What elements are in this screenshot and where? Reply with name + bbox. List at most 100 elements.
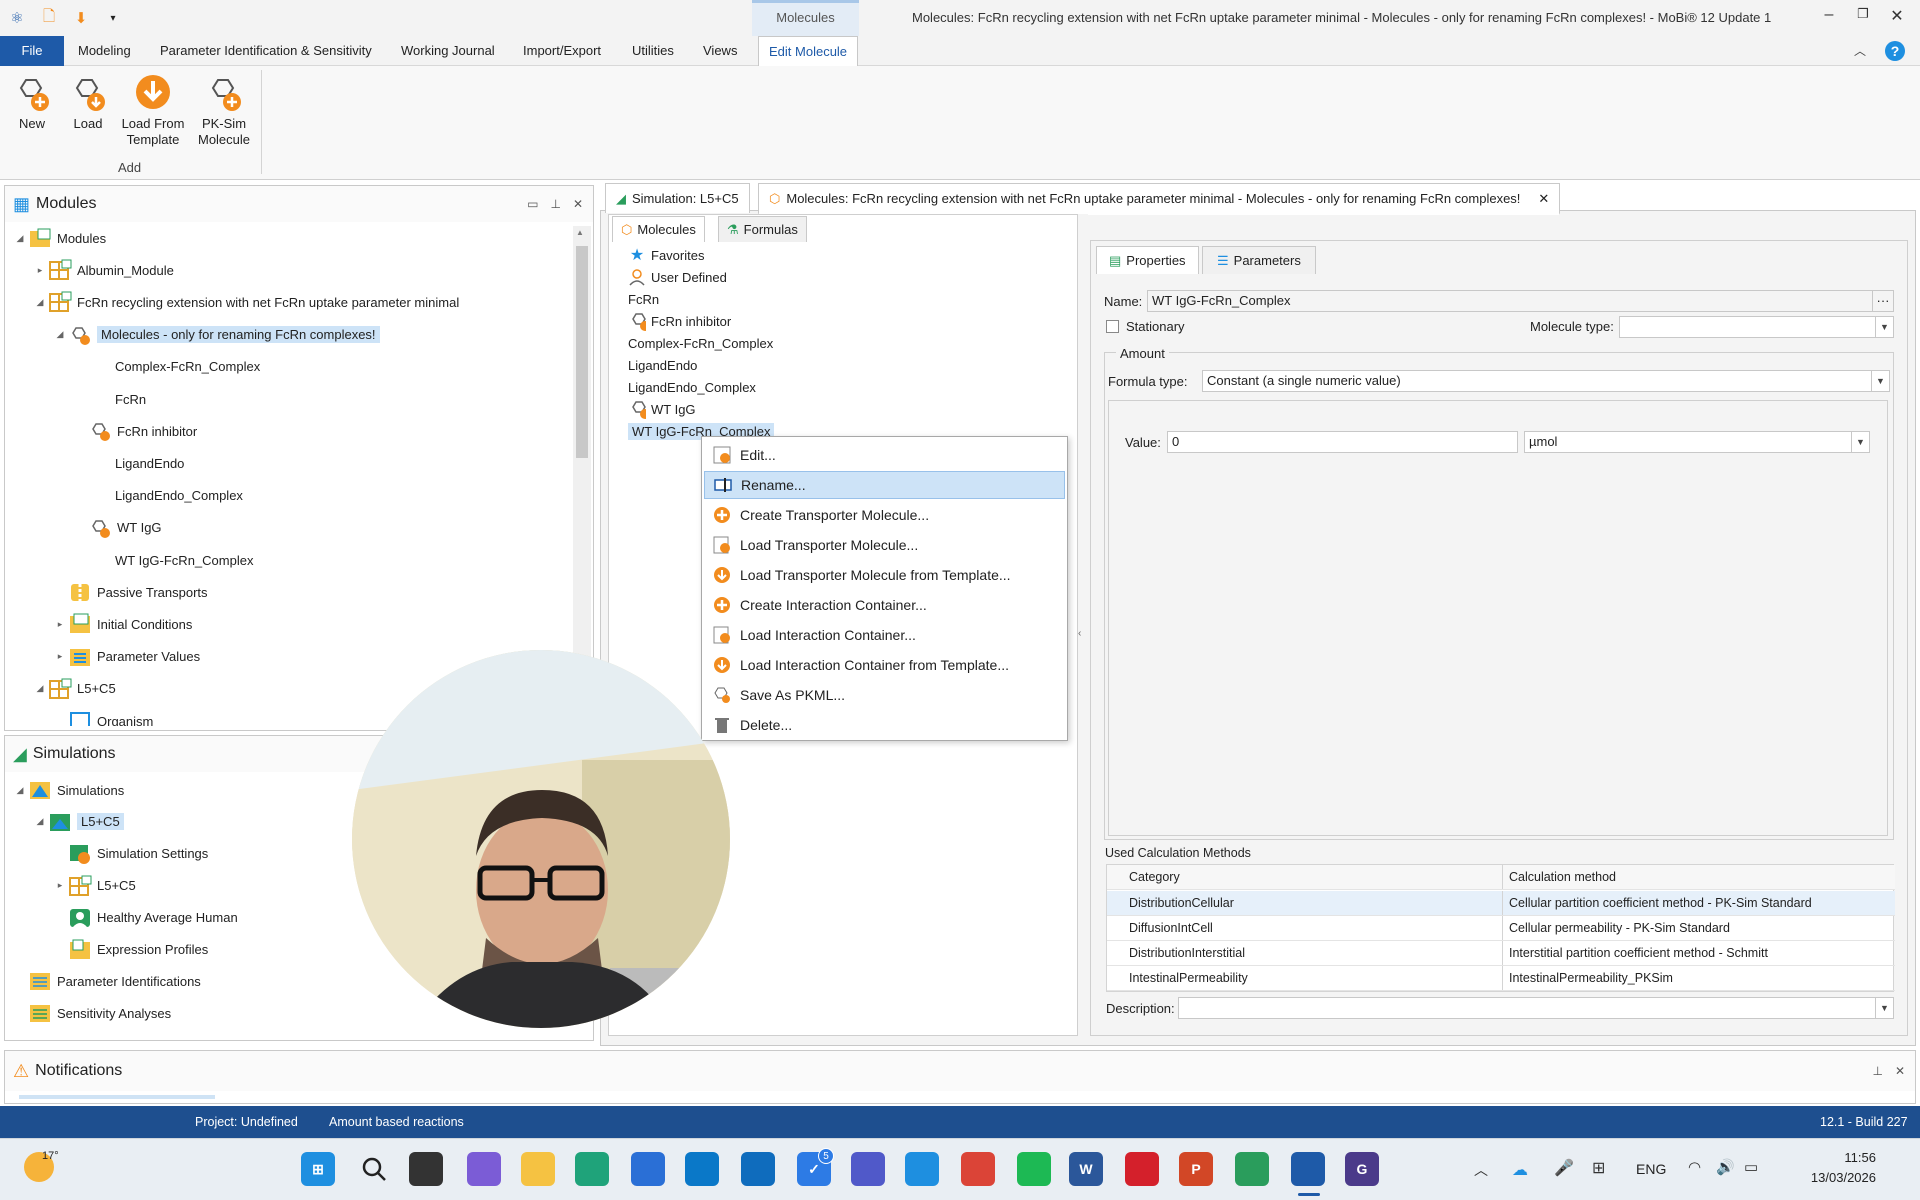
collapse-ribbon-icon[interactable]: ︿ — [1854, 42, 1866, 59]
spotify-icon[interactable] — [1017, 1152, 1051, 1186]
sim-tree-item[interactable]: ◢ Simulations — [13, 778, 124, 802]
close-icon[interactable]: ✕ — [1882, 6, 1912, 30]
notifications-pin-icon[interactable]: ⊥ — [1872, 1064, 1882, 1078]
expanded-arrow-icon[interactable]: ◢ — [13, 233, 27, 244]
menu-working-journal[interactable]: Working Journal — [391, 36, 505, 66]
expanded-arrow-icon[interactable]: ◢ — [33, 683, 47, 694]
context-menu-item[interactable]: Load Interaction Container... — [704, 621, 1065, 649]
new-molecule-button[interactable]: New — [10, 72, 54, 132]
name-ellipsis-button[interactable]: ··· — [1872, 290, 1894, 312]
load-from-template-button[interactable]: Load From Template — [118, 72, 188, 148]
store-icon[interactable] — [631, 1152, 665, 1186]
help-icon[interactable]: ? — [1885, 41, 1905, 61]
collapsed-arrow-icon[interactable]: ▸ — [53, 651, 67, 662]
collapsed-arrow-icon[interactable]: ▸ — [53, 619, 67, 630]
subtab-molecules[interactable]: ⬡ Molecules — [612, 216, 705, 242]
calendar-icon[interactable] — [905, 1152, 939, 1186]
molecule-list-item[interactable]: WT IgG — [628, 398, 696, 420]
menu-views[interactable]: Views — [693, 36, 747, 66]
pk-sim-molecule-button[interactable]: PK-Sim Molecule — [198, 72, 250, 148]
modules-scrollbar[interactable]: ▲ — [573, 226, 591, 726]
teams-icon[interactable] — [851, 1152, 885, 1186]
calc-header-cell[interactable]: Category — [1107, 865, 1503, 889]
windows-start-icon[interactable]: ⊞ — [301, 1152, 335, 1186]
pin-icon[interactable]: ⊥ — [550, 197, 560, 211]
acrobat-icon[interactable] — [1125, 1152, 1159, 1186]
collapsed-arrow-icon[interactable]: ▸ — [53, 880, 67, 891]
context-menu-item[interactable]: Rename... — [704, 471, 1065, 499]
word-icon[interactable]: W — [1069, 1152, 1103, 1186]
expanded-arrow-icon[interactable]: ◢ — [33, 816, 47, 827]
tab-parameters[interactable]: ☰ Parameters — [1202, 246, 1316, 274]
menu-parameter-identification[interactable]: Parameter Identification & Sensitivity — [150, 36, 382, 66]
sim-tree-item[interactable]: Parameter Identifications — [13, 969, 201, 993]
tree-item[interactable]: LigandEndo_Complex — [73, 484, 243, 508]
formula-type-select[interactable]: Constant (a single numeric value) ▼ — [1202, 370, 1890, 392]
calc-table-row[interactable]: DiffusionIntCell Cellular permeability - … — [1107, 916, 1895, 941]
molecule-type-select[interactable]: ▼ — [1619, 316, 1894, 338]
molecule-list-item[interactable]: Complex-FcRn_Complex — [628, 332, 773, 354]
tree-item[interactable]: ◢ L5+C5 — [33, 677, 116, 701]
new-project-icon[interactable]: 🗋 — [38, 7, 60, 29]
context-menu-item[interactable]: Create Transporter Molecule... — [704, 501, 1065, 529]
tree-item[interactable]: Passive Transports — [53, 580, 208, 604]
volume-icon[interactable]: 🔊 — [1716, 1158, 1735, 1176]
description-field[interactable]: ▼ — [1178, 997, 1894, 1019]
molecule-list-item[interactable]: FcRn — [628, 288, 659, 310]
stationary-checkbox[interactable] — [1106, 320, 1119, 333]
menu-import-export[interactable]: Import/Export — [513, 36, 611, 66]
context-menu-item[interactable]: Edit... — [704, 441, 1065, 469]
tree-item[interactable]: ▸ Initial Conditions — [53, 612, 192, 636]
splitter[interactable]: ‹ — [1078, 214, 1088, 1036]
tree-item[interactable]: ▸ Parameter Values — [53, 645, 200, 669]
restore-icon[interactable]: ❐ — [1848, 6, 1878, 30]
sim-tree-item[interactable]: Healthy Average Human — [53, 906, 238, 930]
tab-simulation[interactable]: ◢ Simulation: L5+C5 — [605, 183, 750, 213]
wifi-icon[interactable]: ◠ — [1688, 1158, 1701, 1176]
tree-item[interactable]: ◢ Modules — [13, 226, 106, 250]
search-icon[interactable] — [357, 1152, 391, 1186]
notifications-close-icon[interactable]: ✕ — [1895, 1064, 1905, 1078]
panel-close-icon[interactable]: ✕ — [573, 197, 583, 211]
dell-icon[interactable] — [685, 1152, 719, 1186]
collapsed-arrow-icon[interactable]: ▸ — [33, 265, 47, 276]
tree-item[interactable]: WT IgG-FcRn_Complex — [73, 548, 253, 572]
unit-select[interactable]: µmol ▼ — [1524, 431, 1870, 453]
menu-file[interactable]: File — [0, 36, 64, 66]
sim-tree-item[interactable]: Simulation Settings — [53, 842, 208, 866]
battery-icon[interactable]: ▭ — [1744, 1158, 1758, 1176]
load-molecule-button[interactable]: Load — [66, 72, 110, 132]
sim-tree-item[interactable]: ▸ L5+C5 — [53, 874, 136, 898]
mobi-icon[interactable] — [1291, 1152, 1325, 1186]
calc-table-row[interactable]: DistributionInterstitial Interstitial par… — [1107, 941, 1895, 966]
context-menu-item[interactable]: Create Interaction Container... — [704, 591, 1065, 619]
maximize-icon[interactable]: ▭ — [527, 197, 538, 211]
tree-item[interactable]: ◢ Molecules - only for renaming FcRn comp… — [53, 323, 380, 347]
molecule-list-item[interactable]: User Defined — [628, 266, 727, 288]
molecule-list-item[interactable]: LigandEndo_Complex — [628, 376, 756, 398]
calc-table-row[interactable]: IntestinalPermeability IntestinalPermeabi… — [1107, 966, 1895, 991]
pk-sim-icon[interactable] — [1235, 1152, 1269, 1186]
task-view-icon[interactable] — [409, 1152, 443, 1186]
tray-tool-icon[interactable]: ⊞ — [1592, 1158, 1605, 1178]
name-field[interactable]: WT IgG-FcRn_Complex — [1147, 290, 1874, 312]
tree-item[interactable]: Organism — [53, 709, 153, 726]
context-menu-item[interactable]: Load Interaction Container from Template… — [704, 651, 1065, 679]
tab-properties[interactable]: ▤ Properties — [1096, 246, 1199, 274]
app-icon[interactable]: ⚛ — [6, 7, 28, 29]
microphone-icon[interactable]: 🎤 — [1554, 1158, 1574, 1178]
clock-date[interactable]: 13/03/2026 — [1794, 1170, 1876, 1185]
context-menu-item[interactable]: Load Transporter Molecule... — [704, 531, 1065, 559]
menu-utilities[interactable]: Utilities — [622, 36, 684, 66]
greenshot-icon[interactable]: G — [1345, 1152, 1379, 1186]
tree-item[interactable]: FcRn inhibitor — [73, 419, 197, 443]
value-field[interactable]: 0 — [1167, 431, 1518, 453]
clock-time[interactable]: 11:56 — [1794, 1150, 1876, 1165]
calc-table-row[interactable]: DistributionCellular Cellular partition c… — [1107, 891, 1895, 916]
sim-tree-item[interactable]: Sensitivity Analyses — [13, 1001, 171, 1025]
context-menu-item[interactable]: Save As PKML... — [704, 681, 1065, 709]
onedrive-icon[interactable]: ☁ — [1512, 1160, 1528, 1180]
context-menu-item[interactable]: Load Transporter Molecule from Template.… — [704, 561, 1065, 589]
molecule-list-item[interactable]: FcRn inhibitor — [628, 310, 731, 332]
tree-item[interactable]: Complex-FcRn_Complex — [73, 355, 260, 379]
